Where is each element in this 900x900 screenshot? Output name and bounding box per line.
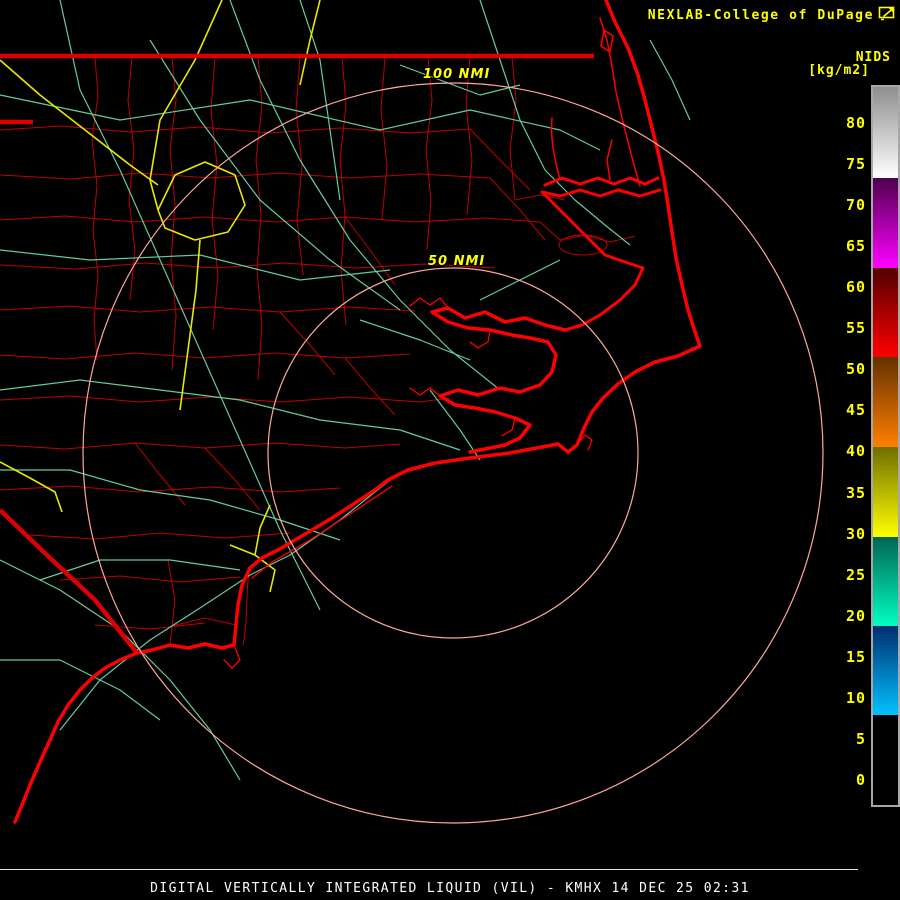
colorbar-tick-label: 25 — [845, 565, 866, 584]
colorbar-segment — [873, 87, 898, 178]
caption-text: DIGITAL VERTICALLY INTEGRATED LIQUID (VI… — [150, 881, 750, 896]
header-brand: NEXLAB-College of DuPage — [648, 6, 896, 25]
colorbar-segment — [873, 178, 898, 268]
range-rings — [82, 82, 824, 824]
caption-divider — [0, 869, 858, 870]
colorbar-segment — [873, 447, 898, 537]
colorbar-tick-label: 75 — [845, 155, 866, 174]
colorbar-segment — [873, 715, 898, 803]
radar-display: 100 NMI 50 NMI NEXLAB-College of DuPage … — [0, 0, 900, 900]
colorbar — [871, 85, 900, 807]
cod-flag-icon — [878, 6, 896, 25]
road-lines-interstate — [0, 0, 321, 593]
colorbar-segment — [873, 537, 898, 626]
colorbar-tick-label: 55 — [845, 319, 866, 338]
colorbar-tick-label: 35 — [845, 483, 866, 502]
colorbar-tick-label: 60 — [845, 278, 866, 297]
colorbar-segment — [873, 357, 898, 447]
colorbar-tick-label: 5 — [855, 729, 866, 748]
colorbar-tick-label: 50 — [845, 360, 866, 379]
colorbar-tick-label: 30 — [845, 524, 866, 543]
colorbar-units: [kg/m2] — [808, 63, 870, 78]
county-lines — [0, 56, 636, 646]
colorbar-tick-label: 15 — [845, 647, 866, 666]
range-label-100nmi: 100 NMI — [423, 67, 491, 82]
colorbar-tick-label: 65 — [845, 237, 866, 256]
range-label-50nmi: 50 NMI — [428, 254, 486, 269]
radar-map — [0, 0, 824, 824]
colorbar-tick-label: 80 — [845, 114, 866, 132]
range-ring-100nmi — [82, 82, 824, 824]
colorbar-tick-label: 10 — [845, 688, 866, 707]
brand-text: NEXLAB-College of DuPage — [647, 8, 874, 23]
coastline — [13, 0, 702, 824]
colorbar-tick-label: 40 — [845, 442, 866, 461]
colorbar-tick-label: 20 — [845, 606, 866, 625]
colorbar-segment — [873, 268, 898, 357]
colorbar-tick-label: 0 — [855, 770, 866, 789]
colorbar-tick-label: 70 — [845, 196, 866, 215]
colorbar-segment — [873, 626, 898, 715]
colorbar-tick-label: 45 — [845, 401, 866, 420]
